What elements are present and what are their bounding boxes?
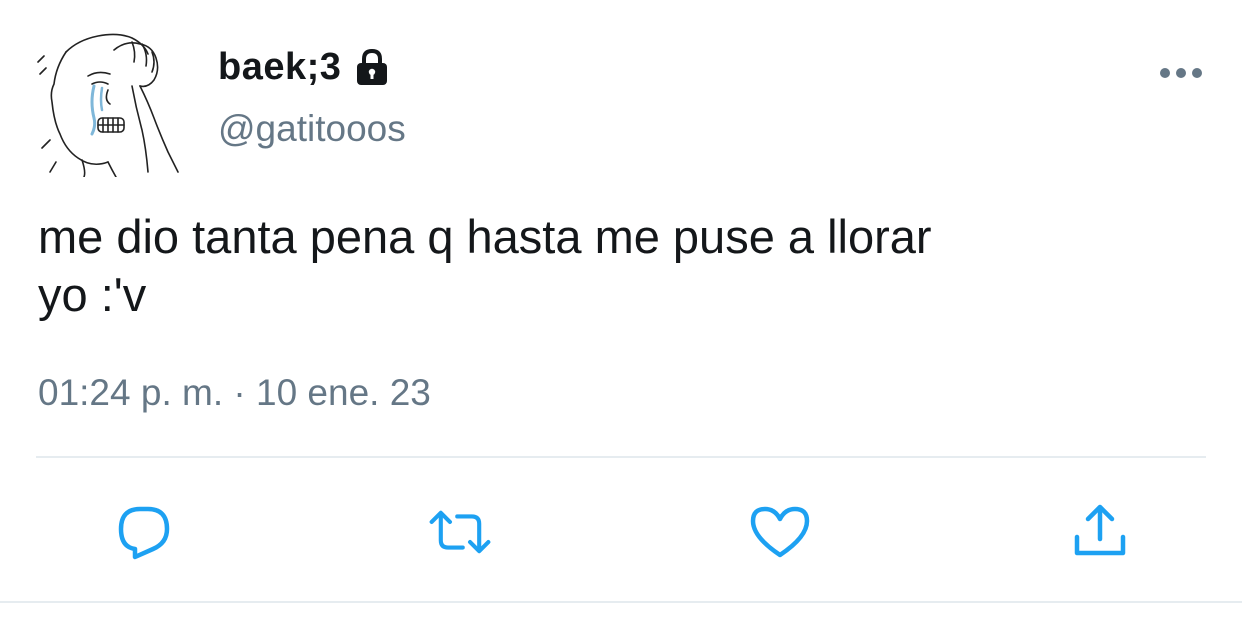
more-options-button[interactable] bbox=[1158, 58, 1204, 88]
divider bbox=[36, 456, 1206, 458]
display-name[interactable]: baek;3 bbox=[218, 46, 341, 89]
heart-icon bbox=[750, 506, 810, 558]
crying-wojak-avatar-icon bbox=[37, 33, 179, 178]
divider bbox=[0, 601, 1242, 603]
tweet-detail: baek;3 @gatitooos me dio tanta pena q ha… bbox=[0, 0, 1242, 621]
retweet-icon bbox=[429, 510, 491, 554]
tweet-actions bbox=[0, 500, 1242, 564]
tweet-timestamp[interactable]: 01:24 p. m. · 10 ene. 23 bbox=[38, 372, 431, 414]
reply-button[interactable] bbox=[112, 500, 176, 564]
reply-icon bbox=[118, 506, 170, 560]
tweet-text: me dio tanta pena q hasta me puse a llor… bbox=[38, 210, 932, 321]
share-button[interactable] bbox=[1068, 500, 1132, 564]
share-icon bbox=[1074, 504, 1126, 556]
avatar[interactable] bbox=[36, 22, 186, 178]
lock-icon bbox=[353, 47, 391, 87]
like-button[interactable] bbox=[748, 500, 812, 564]
username-handle[interactable]: @gatitooos bbox=[218, 108, 406, 150]
retweet-button[interactable] bbox=[428, 500, 492, 564]
more-icon bbox=[1160, 68, 1202, 78]
author-row: baek;3 bbox=[218, 42, 391, 92]
